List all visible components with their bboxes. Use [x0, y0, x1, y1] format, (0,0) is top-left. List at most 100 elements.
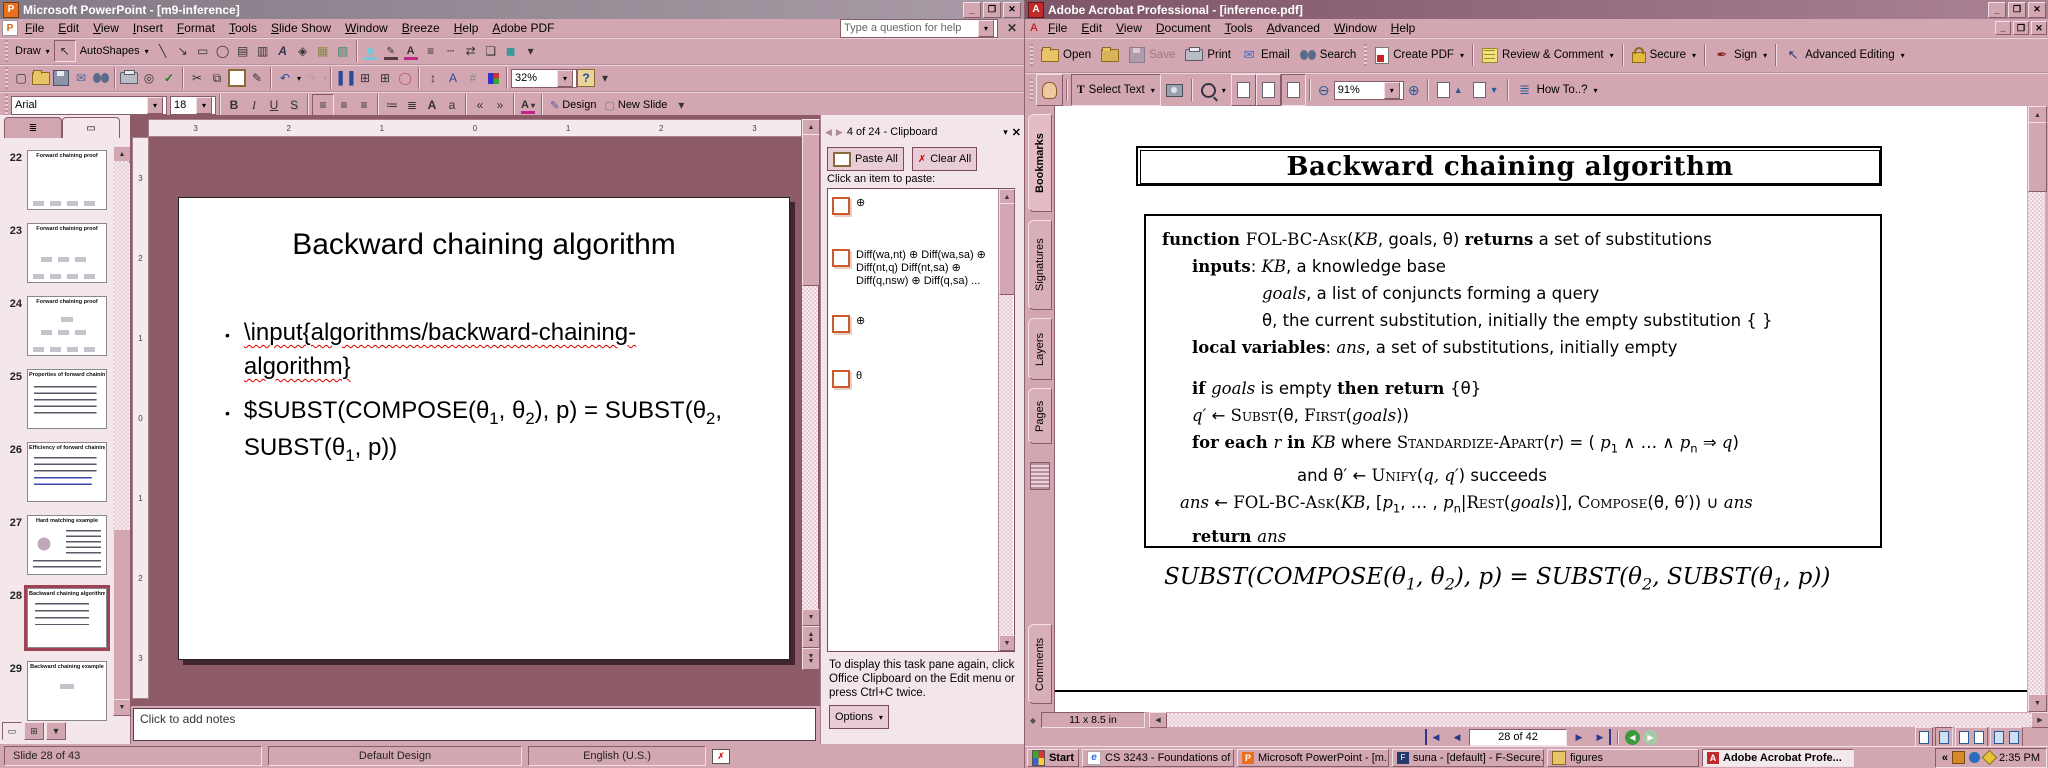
actual-size-icon[interactable] — [1231, 74, 1256, 106]
dash-style-icon[interactable]: ┄ — [441, 41, 461, 61]
arrow-icon[interactable]: ↘ — [173, 41, 193, 61]
clipboard-item[interactable]: ⊕ — [832, 197, 990, 215]
thumbnail-slide-24[interactable]: 24Forward chaining proof — [0, 296, 112, 362]
menu-acr-edit[interactable]: Edit — [1074, 20, 1109, 36]
thumbnail-slide-29[interactable]: 29Backward chaining example — [0, 661, 112, 727]
acrobat-titlebar[interactable]: A Adobe Acrobat Professional - [inferenc… — [1025, 0, 2048, 19]
increase-indent-icon[interactable]: » — [490, 95, 510, 115]
advanced-editing-button[interactable]: ↖Advanced Editing▾ — [1780, 41, 1910, 69]
slide-bullet[interactable]: •$SUBST(COMPOSE(θ1, θ2), p) = SUBST(θ2, … — [225, 394, 725, 467]
next-page-icon[interactable]: ▶ — [1570, 729, 1588, 745]
toolbar-drag-handle[interactable] — [1030, 79, 1033, 101]
diagram-icon[interactable]: ◈ — [293, 41, 313, 61]
page-number-field[interactable]: 28 of 42 — [1469, 729, 1567, 746]
zoom-level-combo[interactable]: 91% ▾ — [1334, 81, 1404, 100]
slide-body[interactable]: •\input{algorithms/backward-chaining-alg… — [225, 316, 725, 477]
spelling-icon[interactable]: ✓ — [159, 68, 179, 88]
chevron-down-icon[interactable]: ▾ — [978, 20, 994, 37]
slide-bullet[interactable]: •\input{algorithms/backward-chaining-alg… — [225, 316, 725, 384]
oval-icon[interactable]: ◯ — [213, 41, 233, 61]
align-center-icon[interactable]: ≡ — [334, 95, 354, 115]
first-page-icon[interactable]: ◀ — [1425, 729, 1445, 745]
menu-ppt-breeze[interactable]: Breeze — [395, 20, 447, 36]
continuous-layout-icon[interactable] — [1935, 727, 1953, 747]
notes-pane[interactable]: Click to add notes — [133, 708, 816, 741]
taskbar-task-suna-default-f-secure-[interactable]: Fsuna - [default] - F-Secure... — [1392, 749, 1544, 767]
toolbar-options-icon[interactable]: ▾ — [671, 95, 691, 115]
scrollbar-thumb[interactable] — [2028, 122, 2047, 192]
insert-table-icon[interactable]: ⊞ — [355, 68, 375, 88]
menu-acr-advanced[interactable]: Advanced — [1260, 20, 1327, 36]
cut-icon[interactable]: ✂ — [187, 68, 207, 88]
paste-icon[interactable] — [227, 68, 247, 88]
text-shadow-icon[interactable]: S — [284, 95, 304, 115]
ask-question-combo[interactable]: Type a question for help ▾ — [840, 19, 998, 38]
spellcheck-status-icon[interactable]: ✗ — [712, 749, 730, 764]
create-pdf-button[interactable]: Create PDF▾ — [1370, 41, 1469, 69]
thumbnail-slide-28[interactable]: 28Backward chaining algorithm — [0, 588, 112, 654]
open-file-icon[interactable] — [31, 68, 51, 88]
thumbnail-image[interactable]: Forward chaining proof — [27, 150, 107, 210]
minimize-icon[interactable]: _ — [1988, 2, 2006, 18]
previous-slide-icon[interactable]: ▲▲ — [802, 626, 820, 648]
powerpoint-titlebar[interactable]: P Microsoft PowerPoint - [m9-inference] … — [0, 0, 1024, 19]
next-view-icon[interactable]: ▼ — [1468, 76, 1504, 104]
thumbnail-slide-26[interactable]: 26Efficiency of forward chaining — [0, 442, 112, 508]
email-icon[interactable]: ✉ — [71, 68, 91, 88]
chevron-down-icon[interactable]: ▾ — [147, 97, 163, 114]
help-icon[interactable]: ? — [577, 69, 595, 87]
tab-comments[interactable]: Comments — [1028, 624, 1052, 704]
print-preview-icon[interactable]: ◎ — [139, 68, 159, 88]
thumbnail-image[interactable]: Forward chaining proof — [27, 296, 107, 356]
bold-icon[interactable]: B — [224, 95, 244, 115]
tray-fsecure-icon[interactable] — [1982, 750, 1998, 766]
line-color-icon[interactable]: ✎ — [381, 41, 401, 61]
scrollbar-thumb[interactable] — [802, 134, 820, 286]
open-web-icon[interactable] — [1096, 41, 1124, 69]
thumbnail-image[interactable]: Backward chaining algorithm — [27, 588, 107, 648]
new-file-icon[interactable]: ▢ — [11, 68, 31, 88]
facing-layout-icon[interactable] — [1990, 727, 2023, 747]
line-style-icon[interactable]: ≡ — [421, 41, 441, 61]
thumbnail-slide-22[interactable]: 22Forward chaining proof — [0, 150, 112, 216]
font-size-combo[interactable]: 18 ▾ — [170, 96, 216, 115]
open-button[interactable]: Open — [1036, 41, 1096, 69]
review-comment-button[interactable]: Review & Comment▾ — [1477, 41, 1619, 69]
font-color-icon[interactable]: A — [401, 41, 421, 61]
arrow-style-icon[interactable]: ⇄ — [461, 41, 481, 61]
thumbnail-slide-27[interactable]: 27Hard matching example — [0, 515, 112, 581]
toolbar-drag-handle[interactable] — [1364, 44, 1367, 66]
close-document-icon[interactable]: ✕ — [2031, 21, 2047, 35]
thumbnail-image[interactable]: Forward chaining proof — [27, 223, 107, 283]
rectangle-icon[interactable]: ▭ — [193, 41, 213, 61]
scrollbar-thumb[interactable] — [999, 203, 1015, 295]
taskbar-task-cs-3243-foundations-of-[interactable]: eCS 3243 - Foundations of ... — [1082, 749, 1234, 767]
last-page-icon[interactable]: ▶ — [1591, 729, 1611, 745]
draw-menu-button[interactable]: Draw▾ — [11, 40, 54, 62]
scroll-left-icon[interactable]: ◀ — [1149, 712, 1167, 728]
single-page-layout-icon[interactable] — [1915, 727, 1933, 747]
tray-clipboard-icon[interactable] — [1952, 751, 1965, 764]
pdf-document-view[interactable]: Backward chaining algorithm function FOL… — [1055, 106, 2027, 712]
clipart-icon[interactable]: ▦ — [313, 41, 333, 61]
sign-button[interactable]: ✒Sign▾ — [1709, 41, 1772, 69]
zoom-in-icon[interactable]: ⊕ — [1404, 80, 1424, 100]
menu-ppt-format[interactable]: Format — [170, 20, 222, 36]
save-icon[interactable] — [51, 68, 71, 88]
vertical-text-icon[interactable]: ▥ — [253, 41, 273, 61]
text-box-icon[interactable]: ▤ — [233, 41, 253, 61]
copy-icon[interactable]: ⧉ — [207, 68, 227, 88]
fill-color-icon[interactable]: ◼ — [361, 41, 381, 61]
thumbnail-image[interactable]: Backward chaining example — [27, 661, 107, 721]
normal-view-icon[interactable]: ▭ — [2, 722, 22, 740]
clipboard-item[interactable]: θ — [832, 370, 990, 388]
toolbar-drag-handle[interactable] — [5, 94, 8, 116]
print-button[interactable]: Print — [1180, 41, 1236, 69]
chevron-down-icon[interactable]: ▾ — [1003, 127, 1008, 138]
next-view-icon[interactable]: ▶ — [1643, 730, 1658, 745]
scrollbar-thumb[interactable] — [113, 529, 131, 701]
clear-all-button[interactable]: ✗Clear All — [912, 147, 977, 171]
menu-ppt-slide-show[interactable]: Slide Show — [264, 20, 338, 36]
menu-acr-document[interactable]: Document — [1149, 20, 1218, 36]
status-design-template[interactable]: Default Design — [268, 746, 522, 766]
